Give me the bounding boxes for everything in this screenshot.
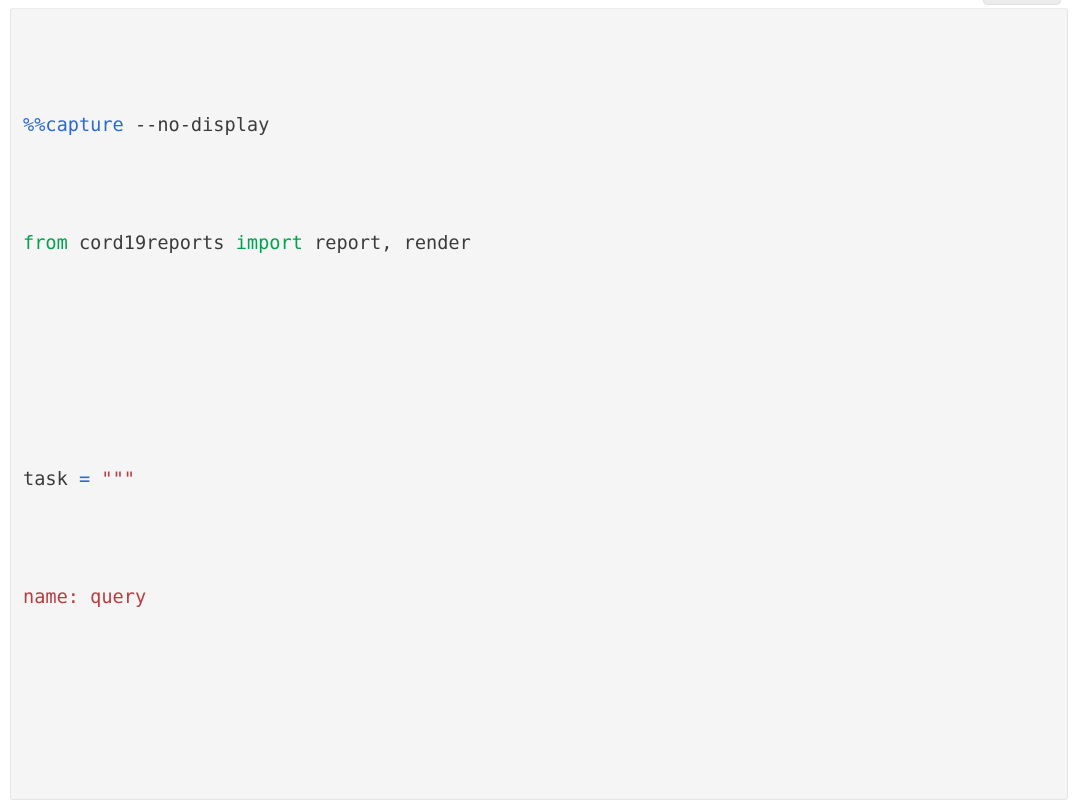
token-magic-capture: %%capture xyxy=(23,114,124,136)
token-triple-quote-open: """ xyxy=(90,468,135,490)
token-imported-names: report, render xyxy=(302,232,471,254)
code-cell[interactable]: %%capture --no-display from cord19report… xyxy=(10,8,1068,800)
code-editor[interactable]: %%capture --no-display from cord19report… xyxy=(23,22,1067,799)
token-module-name: cord19reports xyxy=(67,232,236,254)
code-line-3-blank xyxy=(23,347,1067,377)
code-line-4: task = """ xyxy=(23,465,1067,495)
token-keyword-import: import xyxy=(235,232,303,254)
token-yaml-name-query: name: query xyxy=(23,586,147,608)
token-variable-task: task xyxy=(23,468,79,490)
code-line-1: %%capture --no-display xyxy=(23,111,1067,141)
code-line-6-blank xyxy=(23,701,1067,731)
horizontal-scrollbar-thumb[interactable] xyxy=(983,0,1061,5)
code-line-2: from cord19reports import report, render xyxy=(23,229,1067,259)
horizontal-scrollbar-track[interactable] xyxy=(983,0,1072,7)
code-line-5: name: query xyxy=(23,583,1067,613)
token-keyword-from: from xyxy=(23,232,68,254)
scrollbar-strip xyxy=(0,0,1080,7)
token-magic-arg: --no-display xyxy=(123,114,270,136)
token-operator-assign: = xyxy=(78,468,91,490)
